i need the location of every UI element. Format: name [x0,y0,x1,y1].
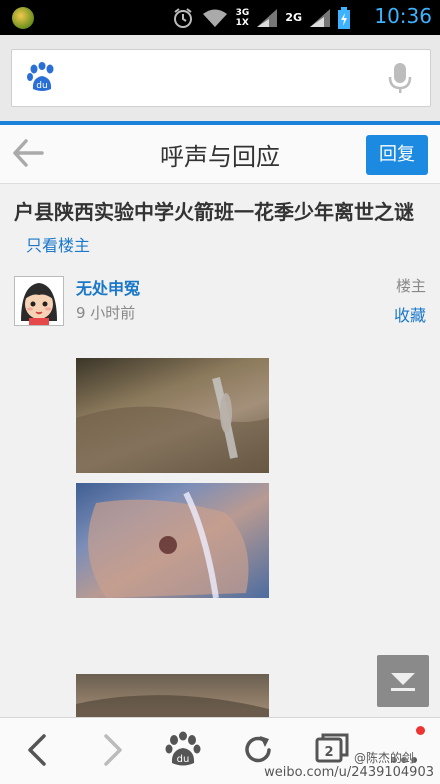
post-image[interactable] [76,674,269,717]
post-image[interactable] [76,358,269,473]
baidu-logo-text: du [36,81,47,91]
back-nav-icon[interactable] [18,730,58,770]
signal-icon-2 [310,9,330,27]
clock: 10:36 [374,4,432,28]
network-2g-label: 2G [285,11,302,24]
network-1x-label: 1X [235,18,249,28]
forward-nav-icon[interactable] [92,730,132,770]
status-icons: 3G 1X 2G [172,6,350,30]
notification-dot [416,726,425,735]
watermark-name: @陈杰的剑 [353,751,414,765]
status-bar: 3G 1X 2G 10:36 [0,0,440,35]
alarm-icon [173,8,192,28]
post-title-text: 户县陕西实验中学火箭班一花季少年离世之谜 [14,200,414,224]
wifi-icon [202,9,227,27]
reply-button[interactable]: 回复 [366,135,428,175]
post-title: 户县陕西实验中学火箭班一花季少年离世之谜只看楼主 [14,196,428,262]
author-name[interactable]: 无处申冤 [76,275,140,299]
scroll-down-icon [391,673,415,691]
signal-icon [257,9,278,27]
post-content[interactable]: 户县陕西实验中学火箭班一花季少年离世之谜只看楼主 无处申冤 9 小时前 楼主 收… [0,184,440,717]
refresh-icon[interactable] [238,730,278,770]
post-time: 9 小时前 [76,304,136,322]
avatar-cartoon-icon [21,283,57,325]
search-input[interactable]: du [11,49,431,107]
scroll-to-bottom-button[interactable] [377,655,429,707]
baidu-home-logo-text: du [177,754,190,765]
baidu-home-icon[interactable]: du [163,730,203,770]
network-labels: 3G 1X [236,8,250,28]
network-3g-label: 3G [235,8,250,18]
page-header: 呼声与回应 回复 [0,125,440,184]
post-image[interactable] [76,483,269,598]
favorite-link[interactable]: 收藏 [394,302,426,326]
tabs-icon[interactable]: 2 [312,730,352,770]
battery-icon [338,7,350,29]
app-notification-icon [12,7,34,29]
op-tag: 楼主 [395,277,426,295]
only-op-link[interactable]: 只看楼主 [26,236,90,255]
microphone-icon[interactable] [388,62,412,94]
baidu-paw-icon[interactable]: du [26,62,58,94]
watermark: weibo.com/u/2439104903 @陈杰的剑 [264,751,434,780]
avatar[interactable] [14,276,64,326]
tab-count: 2 [324,745,333,760]
search-bar: du [0,35,440,121]
watermark-url: weibo.com/u/2439104903 [264,765,434,780]
